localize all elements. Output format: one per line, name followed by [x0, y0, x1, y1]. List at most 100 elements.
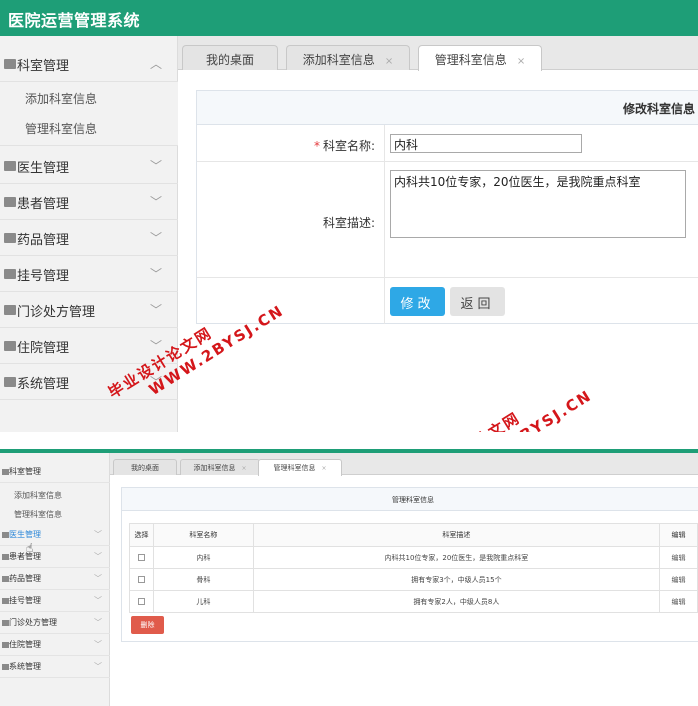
chevron-down-icon: ﹀ [149, 231, 162, 245]
sidebar-group-label: 患者管理 [17, 197, 70, 212]
sidebar-group-doctor[interactable]: 医生管理 ﹀ [0, 148, 178, 184]
tab-desktop[interactable]: 我的桌面 [182, 45, 278, 70]
form-header: 修改科室信息 [197, 91, 698, 125]
folder-icon [2, 576, 9, 582]
sidebar-group-label: 门诊处方管理 [9, 618, 57, 627]
sidebar-subpanel: 添加科室信息 管理科室信息 [0, 82, 178, 146]
edit-link[interactable]: 编辑 [659, 590, 698, 613]
tab-add-department[interactable]: 添加科室信息 × [180, 459, 260, 475]
sidebar-group-label: 系统管理 [9, 662, 41, 671]
folder-icon [2, 532, 9, 538]
select-cell [129, 590, 154, 613]
column-header: 编辑 [659, 523, 698, 547]
tab-bar: 我的桌面 添加科室信息 × 管理科室信息 × [178, 36, 698, 71]
description-cell: 内科共10位专家，20位医生，是我院重点科室 [252, 546, 661, 569]
description-label: 科室描述: [322, 216, 375, 230]
sidebar-group-department[interactable]: 科室管理 [0, 461, 110, 483]
select-cell [129, 546, 154, 569]
form-row-description: 科室描述: 内科共10位专家，20位医生，是我院重点科室 [197, 162, 698, 278]
sidebar-group-prescription[interactable]: 门诊处方管理 ﹀ [0, 612, 110, 634]
panel-header: 管理科室信息 [122, 488, 698, 511]
sidebar-group-label: 住院管理 [17, 341, 70, 356]
tab-label: 添加科室信息 [193, 464, 236, 472]
sidebar-group-prescription[interactable]: 门诊处方管理 ﹀ [0, 292, 178, 328]
folder-icon [4, 59, 16, 69]
sidebar-group-doctor[interactable]: 医生管理 ﹀ [0, 524, 110, 546]
folder-icon [4, 233, 16, 243]
sidebar-group-patient[interactable]: 患者管理 ﹀ [0, 184, 178, 220]
watermark: 毕业设计论文网 WWW.2BYSJ.CN [412, 368, 595, 432]
edit-link[interactable]: 编辑 [659, 546, 698, 569]
sidebar-item-manage-department[interactable]: 管理科室信息 [14, 509, 62, 520]
sidebar-group-label: 科室管理 [17, 59, 70, 74]
sidebar-group-label: 医生管理 [9, 530, 41, 539]
close-icon[interactable]: × [517, 56, 525, 67]
sidebar-group-patient[interactable]: 患者管理 ﹀ [0, 546, 110, 568]
tab-bar-small: 我的桌面 添加科室信息 × 管理科室信息 × [110, 453, 698, 476]
close-icon[interactable]: × [241, 465, 246, 472]
column-header: 科室名称 [152, 523, 254, 547]
panel-title: 管理科室信息 [392, 496, 434, 504]
description-cell: 拥有专家2人，中级人员8人 [252, 590, 661, 613]
close-icon[interactable]: × [385, 56, 393, 67]
name-label-text: 科室名称: [322, 139, 375, 153]
sidebar-group-system[interactable]: 系统管理 ﹀ [0, 656, 110, 678]
close-icon[interactable]: × [321, 465, 326, 472]
sidebar-group-department[interactable]: 科室管理 ︿ [0, 46, 178, 82]
tab-label: 我的桌面 [205, 53, 254, 67]
sidebar-group-registration[interactable]: 挂号管理 ﹀ [0, 590, 110, 612]
name-cell: 内科 [152, 546, 254, 569]
sidebar-group-inpatient[interactable]: 住院管理 ﹀ [0, 634, 110, 656]
sidebar-group-label: 医生管理 [17, 161, 70, 176]
chevron-down-icon: ﹀ [94, 662, 102, 671]
row-checkbox[interactable] [137, 576, 145, 583]
sidebar-group-drug[interactable]: 药品管理 ﹀ [0, 568, 110, 590]
row-checkbox[interactable] [137, 554, 145, 561]
chevron-down-icon: ﹀ [149, 267, 162, 281]
sidebar-group-label: 系统管理 [17, 377, 70, 392]
column-divider [384, 162, 385, 277]
name-cell: 骨科 [152, 568, 254, 591]
sidebar-item-manage-department[interactable]: 管理科室信息 [25, 120, 97, 137]
column-divider [384, 125, 385, 161]
chevron-down-icon: ﹀ [149, 303, 162, 317]
folder-icon [4, 269, 16, 279]
sidebar-item-add-department[interactable]: 添加科室信息 [25, 90, 97, 107]
tab-manage-department[interactable]: 管理科室信息 × [418, 45, 542, 71]
sidebar-group-registration[interactable]: 挂号管理 ﹀ [0, 256, 178, 292]
chevron-down-icon: ﹀ [149, 195, 162, 209]
department-description-textarea[interactable]: 内科共10位专家，20位医生，是我院重点科室 [390, 170, 686, 238]
folder-icon [4, 305, 16, 315]
back-button[interactable]: 返回 [450, 287, 505, 316]
hand-pointer-icon: ☝ [26, 541, 34, 555]
table-row: 内科 内科共10位专家，20位医生，是我院重点科室 编辑 [129, 546, 698, 569]
department-name-input[interactable]: 内科 [390, 134, 582, 153]
edit-link[interactable]: 编辑 [659, 568, 698, 591]
required-mark: * [313, 139, 320, 153]
tab-label: 添加科室信息 [302, 53, 375, 67]
sidebar-group-drug[interactable]: 药品管理 ﹀ [0, 220, 178, 256]
app-title: 医院运营管理系统 [8, 11, 141, 30]
sidebar-group-label: 挂号管理 [9, 596, 41, 605]
select-cell [129, 568, 154, 591]
submit-edit-button[interactable]: 修改 [390, 287, 445, 316]
column-divider [384, 278, 385, 324]
chevron-down-icon: ﹀ [94, 640, 102, 649]
description-cell: 拥有专家3个，中级人员15个 [252, 568, 661, 591]
folder-icon [2, 598, 9, 604]
sidebar-item-add-department[interactable]: 添加科室信息 [14, 490, 62, 501]
folder-icon [4, 161, 16, 171]
folder-icon [2, 620, 9, 626]
edit-department-screen: 医院运营管理系统 科室管理 ︿ 添加科室信息 管理科室信息 医生管理 ﹀ 患者管… [0, 0, 698, 432]
sidebar-group-label: 患者管理 [9, 552, 41, 561]
name-label: * 科室名称: [314, 137, 375, 154]
chevron-down-icon: ﹀ [94, 530, 102, 539]
tab-desktop[interactable]: 我的桌面 [113, 459, 177, 475]
sidebar-group-label: 挂号管理 [17, 269, 70, 284]
tab-manage-department[interactable]: 管理科室信息 × [258, 459, 342, 476]
delete-button[interactable]: 删除 [131, 616, 164, 634]
table-row: 儿科 拥有专家2人，中级人员8人 编辑 [129, 590, 698, 613]
row-checkbox[interactable] [137, 598, 145, 605]
tab-add-department[interactable]: 添加科室信息 × [286, 45, 410, 70]
column-header: 科室描述 [252, 523, 661, 547]
